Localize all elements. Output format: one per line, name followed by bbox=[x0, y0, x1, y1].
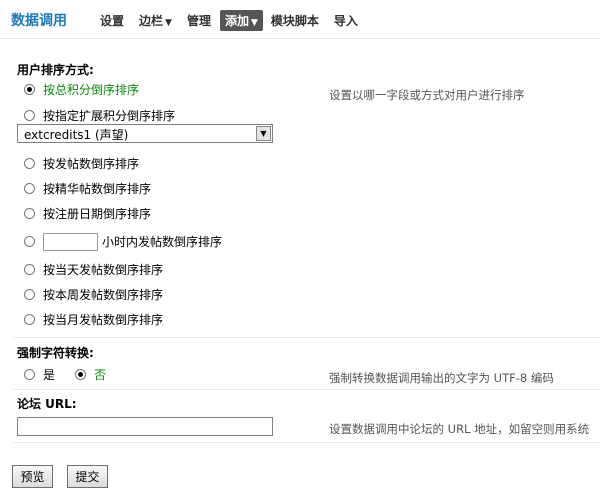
sort-option-label: 按注册日期倒序排序 bbox=[43, 206, 152, 221]
nav-add[interactable]: 添加 ▼ bbox=[219, 9, 263, 31]
url-hint: 设置数据调用中论坛的 URL 地址，如留空则用系统 bbox=[329, 422, 590, 436]
radio-button[interactable] bbox=[24, 313, 35, 325]
sort-option-label: 按总积分倒序排序 bbox=[43, 82, 140, 97]
sort-section-title: 用户排序方式: bbox=[17, 63, 94, 77]
sort-option-today[interactable]: 按当天发帖数倒序排序 bbox=[24, 261, 163, 277]
charset-yes-label: 是 bbox=[43, 367, 56, 382]
extcredit-select-value: extcredits1 (声望) bbox=[24, 128, 129, 142]
sort-option-label: 按本周发帖数倒序排序 bbox=[43, 287, 164, 302]
nav-settings[interactable]: 设置 bbox=[100, 12, 124, 29]
radio-button[interactable] bbox=[24, 157, 35, 169]
sort-hint: 设置以哪一字段或方式对用户进行排序 bbox=[329, 88, 525, 102]
preview-button[interactable]: 预览 bbox=[12, 465, 53, 488]
sort-option-week[interactable]: 按本周发帖数倒序排序 bbox=[24, 286, 163, 302]
sort-option-digest[interactable]: 按精华帖数倒序排序 bbox=[24, 180, 151, 196]
top-bar: 数据调用 设置 边栏 ▼ 管理 添加 ▼ 模块脚本 导入 bbox=[0, 0, 600, 39]
radio-button[interactable] bbox=[75, 368, 87, 380]
sort-option-label: 按当天发帖数倒序排序 bbox=[43, 262, 164, 277]
radio-button[interactable] bbox=[24, 288, 35, 300]
nav-module-script[interactable]: 模块脚本 bbox=[271, 12, 319, 29]
sort-option-label: 按指定扩展积分倒序排序 bbox=[43, 108, 176, 123]
charset-no-label: 否 bbox=[94, 367, 107, 382]
radio-button[interactable] bbox=[24, 83, 35, 95]
sort-option-total[interactable]: 按总积分倒序排序 bbox=[24, 81, 139, 97]
sort-option-posts[interactable]: 按发帖数倒序排序 bbox=[24, 155, 139, 171]
sort-option-extcredit[interactable]: 按指定扩展积分倒序排序 bbox=[24, 107, 175, 123]
radio-button[interactable] bbox=[24, 182, 35, 194]
url-input[interactable] bbox=[17, 417, 273, 436]
app-title: 数据调用 bbox=[11, 13, 67, 29]
radio-button[interactable] bbox=[24, 109, 35, 121]
sort-option-label: 小时内发帖数倒序排序 bbox=[102, 235, 223, 249]
url-section-title: 论坛 URL: bbox=[17, 397, 77, 411]
sort-option-label: 按发帖数倒序排序 bbox=[43, 156, 140, 171]
nav-sidebar-label: 边栏 bbox=[139, 13, 164, 28]
sort-option-month[interactable]: 按当月发帖数倒序排序 bbox=[24, 311, 163, 327]
charset-section-title: 强制字符转换: bbox=[17, 346, 94, 360]
charset-hint: 强制转换数据调用输出的文字为 UTF-8 编码 bbox=[329, 371, 554, 385]
sort-option-label: 按当月发帖数倒序排序 bbox=[43, 312, 164, 327]
radio-button[interactable] bbox=[24, 236, 35, 247]
divider bbox=[14, 337, 600, 338]
main-nav: 设置 边栏 ▼ 管理 添加 ▼ 模块脚本 导入 bbox=[100, 9, 373, 31]
divider bbox=[14, 442, 600, 443]
radio-button[interactable] bbox=[24, 207, 35, 219]
nav-import[interactable]: 导入 bbox=[334, 12, 358, 29]
radio-button[interactable] bbox=[24, 263, 35, 275]
dropdown-arrow-icon[interactable]: ▼ bbox=[256, 126, 271, 141]
divider bbox=[14, 389, 600, 390]
submit-button[interactable]: 提交 bbox=[67, 465, 108, 488]
radio-button[interactable] bbox=[24, 368, 35, 380]
sort-option-label: 按精华帖数倒序排序 bbox=[43, 181, 152, 196]
hours-input[interactable] bbox=[43, 232, 98, 251]
chevron-down-icon: ▼ bbox=[165, 17, 172, 28]
nav-add-label: 添加 bbox=[224, 13, 249, 28]
chevron-down-icon: ▼ bbox=[250, 17, 258, 28]
nav-manage[interactable]: 管理 bbox=[187, 12, 211, 29]
nav-sidebar[interactable]: 边栏 ▼ bbox=[139, 12, 172, 29]
sort-option-hours[interactable]: 小时内发帖数倒序排序 bbox=[24, 232, 222, 251]
charset-options: 是 否 bbox=[24, 366, 106, 382]
sort-option-regdate[interactable]: 按注册日期倒序排序 bbox=[24, 205, 151, 221]
extcredit-select[interactable]: extcredits1 (声望) ▼ bbox=[17, 124, 273, 143]
